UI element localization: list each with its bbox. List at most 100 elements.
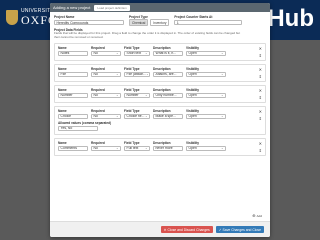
field-required-select[interactable]: No ⌄ xyxy=(91,145,121,151)
close-button-label: Close and Discard Changes xyxy=(167,227,210,232)
field-required-label: Required xyxy=(91,87,105,92)
field-description-label: Description xyxy=(153,108,171,113)
project-name-label: Project Name xyxy=(54,15,75,19)
dialog-header: Adding a new project Load project defini… xyxy=(50,3,270,12)
crest-icon xyxy=(6,10,18,25)
field-type-value: File (attach... xyxy=(126,72,147,76)
field-visibility-label: Visibility xyxy=(186,87,200,92)
field-description-value: Attachs, are... xyxy=(155,72,177,76)
delete-icon[interactable]: ✕ xyxy=(259,67,262,72)
field-description-input[interactable]: Make a spe... xyxy=(153,113,183,119)
field-type-select[interactable]: Choice fie... ⌄ xyxy=(124,113,150,119)
field-name-label: Name xyxy=(58,45,67,50)
save-icon: ✓ xyxy=(218,227,222,232)
delete-icon[interactable]: ✕ xyxy=(259,109,262,114)
field-name-label: Name xyxy=(58,87,67,92)
fields-list: Name Notes Required No ⌄ Field Type Short text… xyxy=(54,42,266,156)
field-required-value: No xyxy=(93,51,98,55)
field-required-value: No xyxy=(93,146,98,150)
field-visibility-value: Open xyxy=(188,72,197,76)
dialog-body: Project Name Heredity Compounds Project … xyxy=(50,12,270,221)
project-type-selector: Chemical Inventory xyxy=(129,19,170,26)
field-card[interactable]: Name File Required No ⌄ Field Type File (attac… xyxy=(54,63,266,82)
field-type-label: Field Type xyxy=(124,108,140,113)
field-required-label: Required xyxy=(91,66,105,71)
field-name-input[interactable]: Number xyxy=(58,92,88,98)
type-option-inventory[interactable]: Inventory xyxy=(150,19,170,26)
field-type-select[interactable]: File (attach... ⌄ xyxy=(124,71,150,77)
drag-handle-icon[interactable]: ⇕ xyxy=(259,116,262,121)
field-description-input[interactable]: Attachs, are... xyxy=(153,71,183,77)
field-name-input[interactable]: Notes xyxy=(58,50,88,56)
allowed-values-label: Allowed values (comma separated) xyxy=(58,120,112,125)
delete-icon[interactable]: ✕ xyxy=(259,88,262,93)
field-name-label: Name xyxy=(58,108,67,113)
field-name-value: Number xyxy=(60,93,73,97)
field-visibility-value: Open xyxy=(188,51,197,55)
field-description-value: never more xyxy=(155,146,173,150)
load-definition-button[interactable]: Load project definition xyxy=(94,4,130,11)
field-visibility-select[interactable]: Open ⌄ xyxy=(186,71,226,77)
field-type-value: Short text xyxy=(126,51,142,55)
field-visibility-value: Open xyxy=(188,146,197,150)
chevron-down-icon: ⌄ xyxy=(144,146,148,150)
type-option-chemical[interactable]: Chemical xyxy=(129,19,149,26)
chevron-down-icon: ⌄ xyxy=(115,146,119,150)
field-type-select[interactable]: Full text ⌄ xyxy=(124,145,150,151)
field-card[interactable]: Name Notes Required No ⌄ Field Type Short text… xyxy=(54,42,266,61)
field-type-select[interactable]: Number ⌄ xyxy=(124,92,150,98)
field-required-value: No xyxy=(93,93,98,97)
field-visibility-select[interactable]: Open ⌄ xyxy=(186,113,226,119)
field-type-label: Field Type xyxy=(124,87,140,92)
field-name-input[interactable]: Comments xyxy=(58,145,88,151)
drag-handle-icon[interactable]: ⇕ xyxy=(259,95,262,100)
field-visibility-select[interactable]: Open ⌄ xyxy=(186,50,226,56)
chevron-down-icon: ⌄ xyxy=(220,51,224,55)
chevron-down-icon: ⌄ xyxy=(220,72,224,76)
counter-input[interactable]: 1 xyxy=(174,20,243,25)
field-visibility-value: Open xyxy=(188,114,197,118)
field-required-select[interactable]: No ⌄ xyxy=(91,50,121,56)
field-card[interactable]: Name Number Required No ⌄ Field Type Number ⌄ De… xyxy=(54,84,266,103)
field-name-input[interactable]: Choice xyxy=(58,113,88,119)
field-description-value: What is it, n... xyxy=(155,51,177,55)
hub-title: Hub xyxy=(267,5,314,32)
field-required-select[interactable]: No ⌄ xyxy=(91,113,121,119)
field-description-input[interactable]: Only numbe... xyxy=(153,92,183,98)
project-settings-row: Project Name Heredity Compounds Project … xyxy=(54,15,266,26)
save-button-label: Save Changes and Close xyxy=(222,227,261,232)
field-visibility-value: Open xyxy=(188,93,197,97)
field-type-label: Field Type xyxy=(124,45,140,50)
field-name-label: Name xyxy=(58,66,67,71)
save-close-button[interactable]: ✓ Save Changes and Close xyxy=(215,226,264,233)
field-required-label: Required xyxy=(91,140,105,145)
field-type-select[interactable]: Short text ⌄ xyxy=(124,50,150,56)
field-description-input[interactable]: What is it, n... xyxy=(153,50,183,56)
field-description-input[interactable]: never more xyxy=(153,145,183,151)
add-field-button[interactable]: ⊕ Add xyxy=(252,214,262,219)
field-card[interactable]: Name Choice Required No ⌄ Field Type Choice fi… xyxy=(54,105,266,135)
chevron-down-icon: ⌄ xyxy=(115,114,119,118)
help-text: Fields that will be displayed for this p… xyxy=(54,31,241,39)
field-type-value: Number xyxy=(126,93,139,97)
field-visibility-select[interactable]: Open ⌄ xyxy=(186,92,226,98)
allowed-values-input[interactable]: Yes, No xyxy=(58,125,98,131)
new-project-dialog: Adding a new project Load project defini… xyxy=(50,3,270,237)
close-icon: ✕ xyxy=(163,227,167,232)
field-name-input[interactable]: File xyxy=(58,71,88,77)
close-discard-button[interactable]: ✕ Close and Discard Changes xyxy=(160,226,213,233)
field-required-select[interactable]: No ⌄ xyxy=(91,92,121,98)
field-card[interactable]: Name Comments Required No ⌄ Field Type Full te… xyxy=(54,137,266,156)
delete-icon[interactable]: ✕ xyxy=(259,141,262,146)
drag-handle-icon[interactable]: ⇕ xyxy=(259,53,262,58)
field-type-value: Full text xyxy=(126,146,139,150)
drag-handle-icon[interactable]: ⇕ xyxy=(259,74,262,79)
field-required-select[interactable]: No ⌄ xyxy=(91,71,121,77)
dialog-footer: ✕ Close and Discard Changes ✓ Save Chang… xyxy=(50,221,270,237)
field-visibility-select[interactable]: Open ⌄ xyxy=(186,145,226,151)
field-description-label: Description xyxy=(153,45,171,50)
project-name-input[interactable]: Heredity Compounds xyxy=(54,20,124,25)
drag-handle-icon[interactable]: ⇕ xyxy=(259,148,262,153)
delete-icon[interactable]: ✕ xyxy=(259,46,262,51)
field-type-value: Choice fie... xyxy=(126,114,145,118)
